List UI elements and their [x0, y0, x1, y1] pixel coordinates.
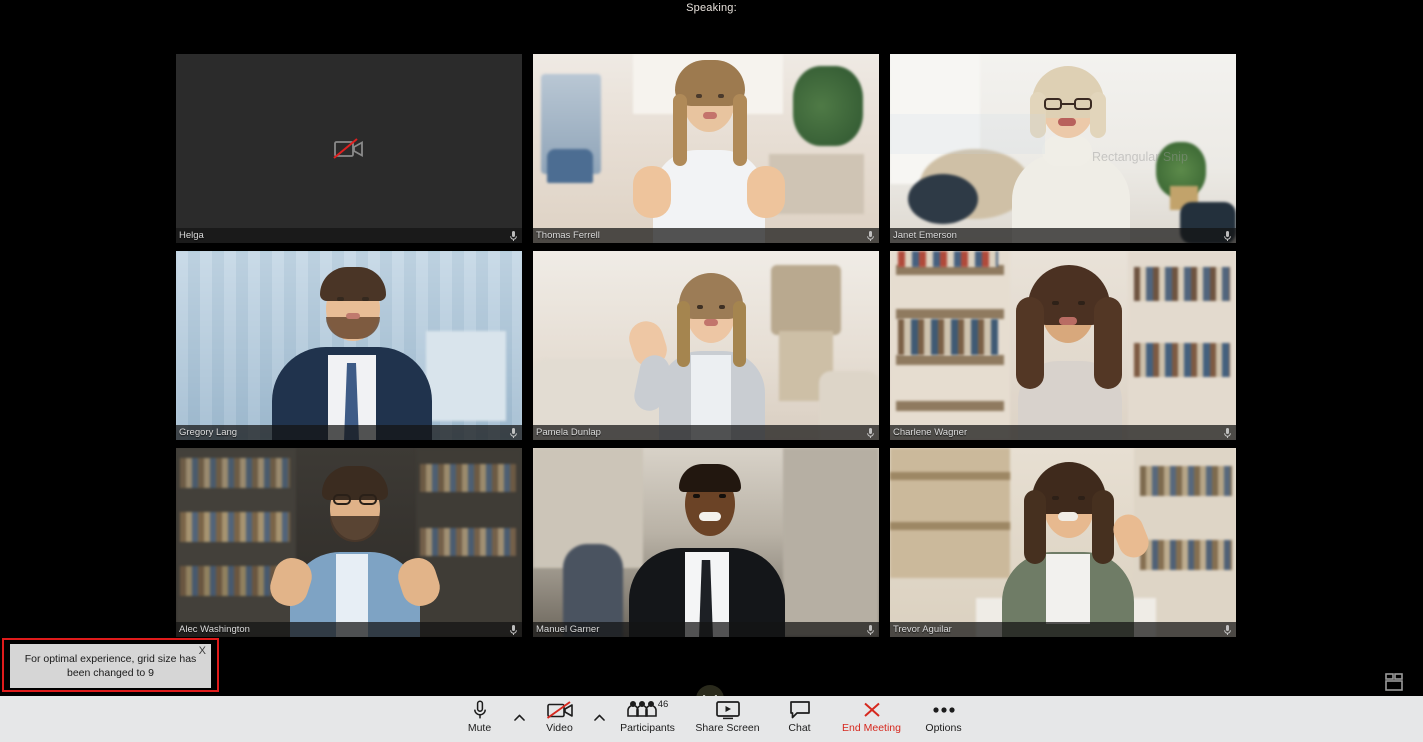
participants-button[interactable]: 46 Participants [608, 696, 688, 742]
participant-namebar: Charlene Wagner [890, 425, 1236, 440]
video-feed [533, 251, 879, 440]
participant-tile[interactable]: Charlene Wagner [890, 251, 1236, 440]
participants-icon: 46 [626, 699, 669, 720]
meeting-toolbar: Record Mute [0, 696, 1423, 742]
video-stage: Helga Thomas Ferrell Janet Emerson Grego… [0, 16, 1423, 713]
participant-namebar: Helga [176, 228, 522, 243]
participant-name: Charlene Wagner [893, 427, 968, 438]
participant-tile[interactable]: Janet Emerson [890, 54, 1236, 243]
mute-button[interactable]: Mute [448, 696, 512, 742]
options-label: Options [925, 722, 962, 734]
video-feed [890, 251, 1236, 440]
participant-tile[interactable]: Helga [176, 54, 522, 243]
participant-namebar: Thomas Ferrell [533, 228, 879, 243]
toolbar-center-controls: Mute Video 46 Participants Share Screen … [0, 696, 1423, 742]
participant-name: Helga [179, 230, 204, 241]
microphone-icon [473, 699, 487, 720]
participant-grid: Helga Thomas Ferrell Janet Emerson Grego… [176, 54, 1236, 651]
audio-options-caret[interactable] [512, 696, 528, 742]
close-x-icon [862, 699, 882, 720]
toast-message: For optimal experience, grid size has be… [24, 653, 197, 679]
close-icon[interactable]: X [199, 645, 206, 657]
participant-namebar: Janet Emerson [890, 228, 1236, 243]
video-label: Video [546, 722, 573, 734]
participant-namebar: Pamela Dunlap [533, 425, 879, 440]
participant-name: Trevor Aguilar [893, 624, 952, 635]
participant-tile[interactable]: Pamela Dunlap [533, 251, 879, 440]
participant-tile[interactable]: Manuel Garner [533, 448, 879, 637]
more-dots-icon [931, 699, 957, 720]
chat-label: Chat [788, 722, 811, 734]
participant-name: Gregory Lang [179, 427, 238, 438]
toast-body: For optimal experience, grid size has be… [10, 644, 211, 688]
participant-name: Pamela Dunlap [536, 427, 601, 438]
microphone-icon [1224, 427, 1231, 438]
share-screen-label: Share Screen [695, 722, 760, 734]
speaker-view-icon [1385, 673, 1403, 691]
camera-off-icon [546, 699, 574, 720]
video-feed [176, 251, 522, 440]
chat-icon [789, 699, 811, 720]
participant-name: Alec Washington [179, 624, 250, 635]
participant-tile[interactable]: Thomas Ferrell [533, 54, 879, 243]
participant-tile[interactable]: Gregory Lang [176, 251, 522, 440]
participant-namebar: Manuel Garner [533, 622, 879, 637]
participant-name: Janet Emerson [893, 230, 957, 241]
view-layout-toggle[interactable] [1382, 672, 1406, 692]
video-feed [533, 448, 879, 637]
participants-label: Participants [620, 722, 675, 734]
participant-namebar: Trevor Aguilar [890, 622, 1236, 637]
participant-tile[interactable]: Alec Washington [176, 448, 522, 637]
chevron-up-icon [594, 714, 605, 721]
microphone-icon [867, 624, 874, 635]
microphone-icon [510, 427, 517, 438]
end-meeting-label: End Meeting [842, 722, 901, 734]
snip-highlight [890, 114, 1045, 154]
video-feed [533, 54, 879, 243]
chevron-up-icon [514, 714, 525, 721]
participant-tile[interactable]: Trevor Aguilar [890, 448, 1236, 637]
grid-size-notification: For optimal experience, grid size has be… [2, 638, 219, 692]
video-feed [176, 448, 522, 637]
options-button[interactable]: Options [912, 696, 976, 742]
end-meeting-button[interactable]: End Meeting [832, 696, 912, 742]
participant-name: Manuel Garner [536, 624, 600, 635]
video-button[interactable]: Video [528, 696, 592, 742]
microphone-icon [510, 230, 517, 241]
share-screen-button[interactable]: Share Screen [688, 696, 768, 742]
video-options-caret[interactable] [592, 696, 608, 742]
chat-button[interactable]: Chat [768, 696, 832, 742]
participant-namebar: Alec Washington [176, 622, 522, 637]
camera-off-icon [333, 137, 363, 159]
mute-label: Mute [467, 722, 492, 734]
microphone-icon [1224, 230, 1231, 241]
participants-count: 46 [657, 699, 669, 710]
participant-namebar: Gregory Lang [176, 425, 522, 440]
microphone-icon [867, 427, 874, 438]
participant-name: Thomas Ferrell [536, 230, 600, 241]
speaking-indicator: Speaking: [686, 2, 737, 14]
microphone-icon [867, 230, 874, 241]
video-feed [890, 448, 1236, 637]
microphone-icon [510, 624, 517, 635]
share-screen-icon [715, 699, 741, 720]
meeting-window: Speaking: Helga Thomas Ferrell Janet Eme… [0, 0, 1423, 742]
microphone-icon [1224, 624, 1231, 635]
